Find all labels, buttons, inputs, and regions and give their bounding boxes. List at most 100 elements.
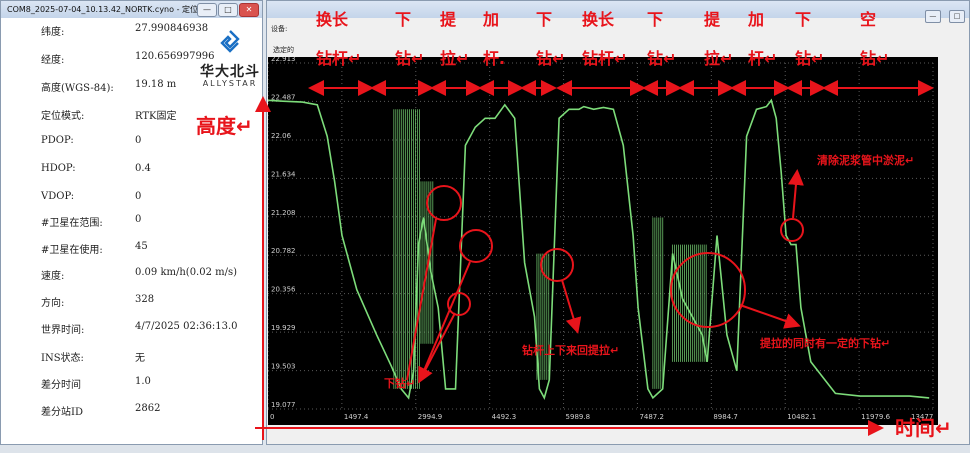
x-tick-label: 11979.6 (861, 413, 890, 421)
info-row: 定位模式: RTK固定 (1, 107, 191, 125)
x-tick-label: 10482.1 (787, 413, 816, 421)
x-tick-label: 4492.3 (492, 413, 517, 421)
position-info-window: COM8_2025-07-04_10.13.42_NORTK.cyno - 定位… (0, 0, 263, 445)
info-row: 方向: 328 (1, 294, 191, 312)
y-axis-annotation: 高度↵ (196, 114, 253, 138)
phase-label-bottom: 钻↵ (795, 49, 825, 68)
info-value: 2862 (135, 403, 161, 414)
info-row: 经度: 120.656997996 (1, 51, 215, 69)
info-label: INS状态: (41, 353, 84, 364)
info-value: 无 (135, 353, 145, 364)
y-tick-label: 21.208 (271, 209, 296, 217)
info-row: INS状态: 无 (1, 349, 191, 367)
altitude-chart: 22.913 22.487 22.06 21.634 21.208 20.782 20.35… (268, 57, 938, 425)
close-button[interactable]: ✕ (239, 3, 259, 17)
phase-label-bottom: 钻↵ (536, 49, 566, 68)
right-maximize-button[interactable]: □ (949, 10, 965, 23)
info-label: 纬度: (41, 27, 65, 38)
allystar-logo: 华大北斗 ALLYSTAR (195, 29, 265, 99)
phase-label-top: 换长 (316, 10, 349, 29)
info-row: 速度: 0.09 km/h(0.02 m/s) (1, 267, 237, 285)
y-tick-label: 22.913 (271, 57, 296, 63)
info-value: 45 (135, 241, 148, 252)
left-window-title-bar: COM8_2025-07-04_10.13.42_NORTK.cyno - 定位… (1, 1, 262, 18)
x-tick-label: 5989.8 (566, 413, 591, 421)
maximize-button[interactable]: □ (218, 3, 238, 17)
phase-label-bottom: 杆↵ (748, 49, 778, 68)
note-clear-mud: 清除泥浆管中淤泥↵ (817, 154, 915, 167)
info-value: 0 (135, 214, 142, 225)
phase-label-top: 换长 (582, 10, 615, 29)
info-value: 1.0 (135, 376, 151, 387)
y-tick-label: 21.634 (271, 170, 296, 178)
phase-label-top: 提 (440, 10, 457, 29)
x-axis-annotation: 时间↵ (895, 416, 952, 440)
info-label: 方向: (41, 298, 65, 309)
info-row: 纬度: 27.990846938 (1, 23, 208, 41)
info-value: 0.4 (135, 163, 151, 174)
minimize-button[interactable]: — (197, 3, 217, 17)
x-tick-label: 1497.4 (344, 413, 369, 421)
info-row: 差分站ID 2862 (1, 403, 191, 421)
logo-chinese-text: 华大北斗 (200, 64, 260, 80)
y-tick-label: 19.077 (271, 401, 296, 409)
info-row: PDOP: 0 (1, 135, 191, 153)
phase-label-bottom: 钻↵ (647, 49, 677, 68)
note-rod-up-down: 钻杆上下来回提拉↵ (522, 344, 620, 357)
phase-label-top: 空 (860, 10, 877, 29)
info-row: HDOP: 0.4 (1, 163, 191, 181)
info-row: 世界时间: 4/7/2025 02:36:13.0 (1, 321, 238, 339)
info-value: 19.18 m (135, 79, 177, 90)
x-tick-label: 0 (270, 413, 274, 421)
info-row: 差分时间 1.0 (1, 376, 191, 394)
y-tick-label: 20.356 (271, 286, 296, 294)
info-label: 速度: (41, 271, 65, 282)
info-label: 世界时间: (41, 325, 85, 336)
y-tick-label: 20.782 (271, 247, 296, 255)
info-label: #卫星在范围: (41, 218, 103, 229)
y-tick-label: 19.503 (271, 363, 296, 371)
phase-label-top: 提 (704, 10, 721, 29)
note-pull-and-drill: 提拉的同时有一定的下钻↵ (760, 337, 891, 350)
phase-label-top: 下 (647, 10, 664, 29)
info-value: 0.09 km/h(0.02 m/s) (135, 267, 238, 278)
x-tick-label: 2994.9 (418, 413, 443, 421)
info-label: PDOP: (41, 135, 74, 146)
logo-english-text: ALLYSTAR (202, 79, 258, 88)
info-value: 0 (135, 135, 142, 146)
phase-label-bottom: 拉↵ (704, 49, 734, 68)
x-tick-label: 8984.7 (713, 413, 738, 421)
info-label: 差分站ID (41, 407, 83, 418)
info-label: VDOP: (41, 191, 75, 202)
y-tick-label: 19.929 (271, 324, 296, 332)
left-window-title: COM8_2025-07-04_10.13.42_NORTK.cyno - 定位… (7, 5, 206, 14)
y-tick-label: 22.06 (271, 132, 292, 140)
info-row: VDOP: 0 (1, 191, 191, 209)
tab-selected[interactable]: 选定的 (273, 45, 294, 55)
info-label: 高度(WGS-84): (41, 83, 114, 94)
note-drill-down: 下钻↵ (384, 377, 416, 390)
info-label: HDOP: (41, 163, 76, 174)
info-value: 0 (135, 191, 142, 202)
info-row: #卫星在使用: 45 (1, 241, 191, 259)
device-label: 设备: (271, 25, 288, 33)
phase-label-top: 下 (395, 10, 412, 29)
x-tick-label: 7487.2 (639, 413, 664, 421)
phase-label-top: 下 (795, 10, 812, 29)
allystar-logo-icon (220, 30, 240, 53)
altitude-chart-svg: 22.91322.48722.0621.63421.20820.78220.35… (268, 57, 934, 421)
phase-label-bottom: 拉↵ (440, 49, 470, 68)
info-label: #卫星在使用: (41, 245, 103, 256)
phase-label-top: 加 (483, 10, 500, 29)
info-label: 经度: (41, 55, 65, 66)
phase-label-bottom: 钻↵ (395, 49, 425, 68)
info-value: 4/7/2025 02:36:13.0 (135, 321, 238, 332)
right-minimize-button[interactable]: — (924, 10, 941, 23)
info-label: 差分时间 (41, 380, 81, 391)
info-row: 高度(WGS-84): 19.18 m (1, 79, 191, 97)
phase-label-top: 加 (748, 10, 765, 29)
phase-label-bottom: 杆. (483, 49, 506, 68)
phase-label-bottom: 钻↵ (860, 49, 890, 68)
phase-label-top: 下 (536, 10, 553, 29)
phase-label-bottom: 钻杆↵ (582, 49, 628, 68)
